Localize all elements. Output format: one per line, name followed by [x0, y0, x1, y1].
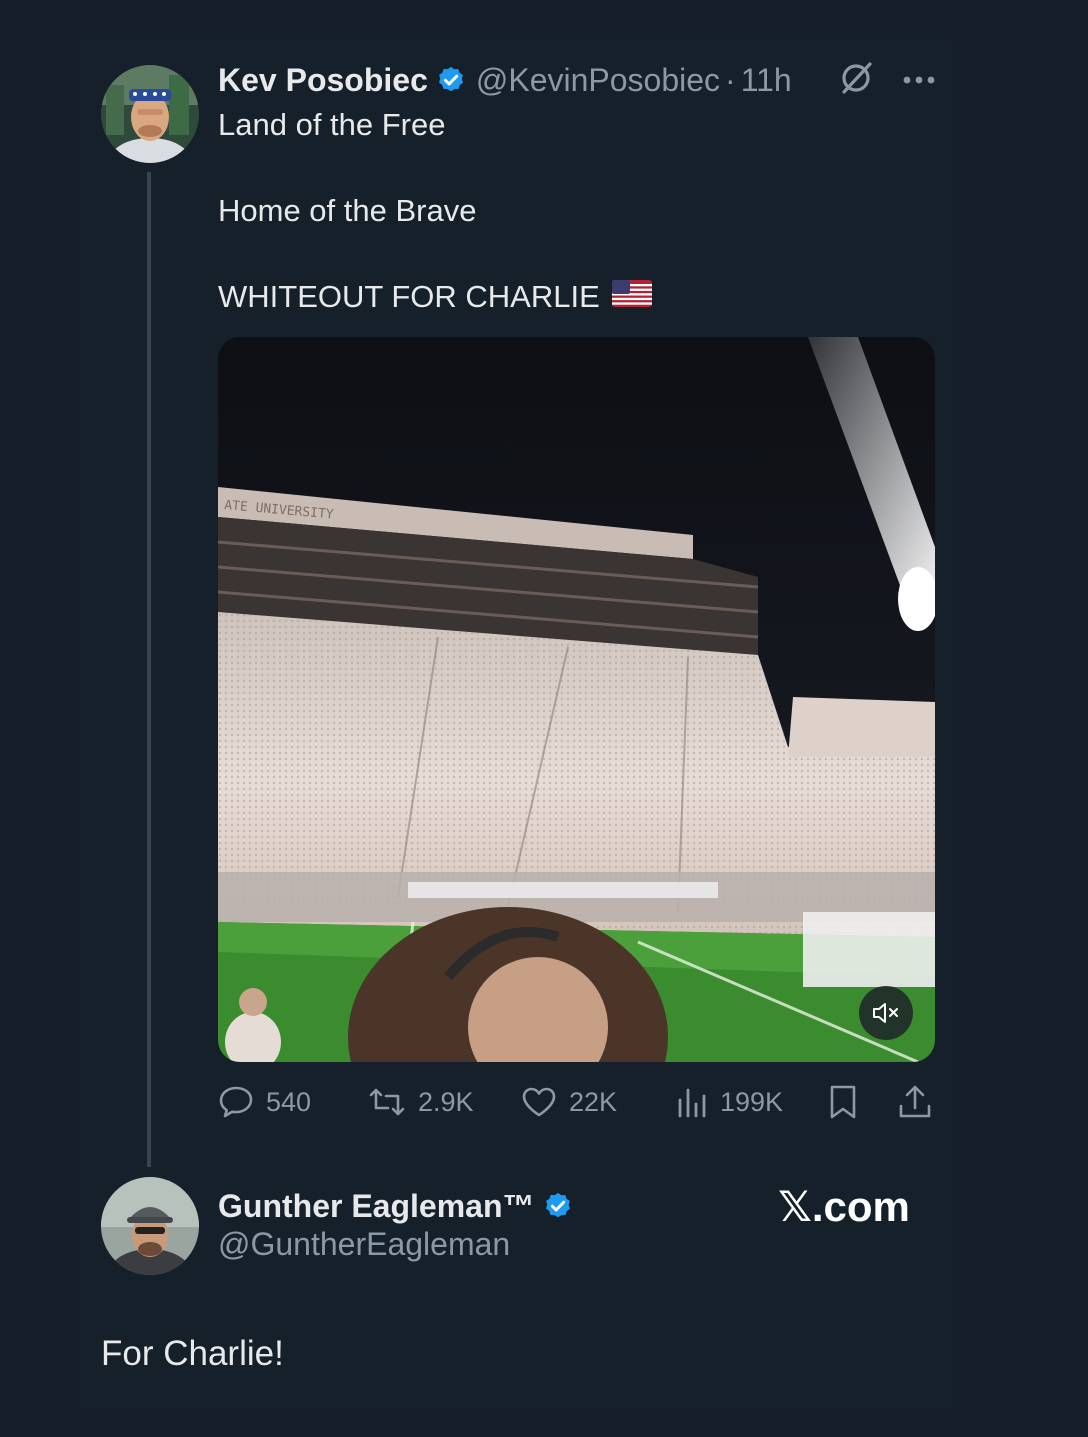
verified-badge-icon	[436, 65, 466, 95]
repost-icon	[369, 1088, 405, 1116]
page: Kev Posobiec @KevinPosobiec · 11h Land o…	[0, 0, 1088, 1437]
post-text-line-3: WHITEOUT FOR CHARLIE	[218, 279, 600, 314]
more-options-icon[interactable]	[902, 72, 936, 90]
reply-author-row: Gunther Eagleman™	[218, 1184, 583, 1228]
post-text-line-3-row: WHITEOUT FOR CHARLIE	[218, 279, 652, 315]
repost-count: 2.9K	[418, 1086, 474, 1117]
author-handle[interactable]: @KevinPosobiec	[476, 62, 720, 99]
reply-verified-badge-icon	[543, 1191, 573, 1221]
reply-author-handle[interactable]: @GuntherEagleman	[218, 1226, 510, 1263]
separator-dot: ·	[725, 61, 736, 98]
view-count: 199K	[720, 1086, 784, 1117]
us-flag-icon	[611, 279, 652, 315]
views-chart-icon	[678, 1088, 706, 1118]
views-button[interactable]: 199K	[676, 1080, 783, 1124]
reply-button[interactable]: 540	[218, 1080, 311, 1124]
author-avatar[interactable]	[101, 65, 199, 163]
like-button[interactable]: 22K	[521, 1080, 617, 1124]
thread-connector-line	[147, 172, 151, 1167]
post-timestamp[interactable]: 11h	[741, 62, 792, 99]
share-button[interactable]	[898, 1080, 932, 1124]
speaker-muted-icon	[873, 1003, 898, 1023]
reply-text: For Charlie!	[101, 1334, 284, 1373]
like-count: 22K	[569, 1086, 618, 1117]
bookmark-icon	[830, 1085, 856, 1119]
repost-button[interactable]: 2.9K	[368, 1080, 474, 1124]
reply-count: 540	[266, 1086, 312, 1117]
grok-icon[interactable]	[838, 60, 874, 101]
mute-button[interactable]	[859, 986, 913, 1040]
share-icon	[899, 1085, 931, 1118]
reply-author-avatar[interactable]	[101, 1177, 199, 1275]
post-text-line-1: Land of the Free	[218, 107, 446, 142]
heart-icon	[522, 1087, 556, 1117]
x-com-watermark: 𝕏.com	[778, 1183, 910, 1230]
reply-author-display-name[interactable]: Gunther Eagleman™	[218, 1188, 535, 1225]
post-video[interactable]: ATE UNIVERSITY	[218, 337, 935, 1062]
post-author-row: Kev Posobiec @KevinPosobiec · 11h	[218, 58, 792, 102]
reply-icon	[219, 1086, 253, 1118]
author-display-name[interactable]: Kev Posobiec	[218, 62, 428, 99]
post-action-bar: 540 2.9K 22K 199K	[218, 1080, 935, 1124]
post-text-line-2: Home of the Brave	[218, 193, 477, 228]
post-top-icons	[838, 60, 936, 101]
bookmark-button[interactable]	[828, 1080, 858, 1124]
